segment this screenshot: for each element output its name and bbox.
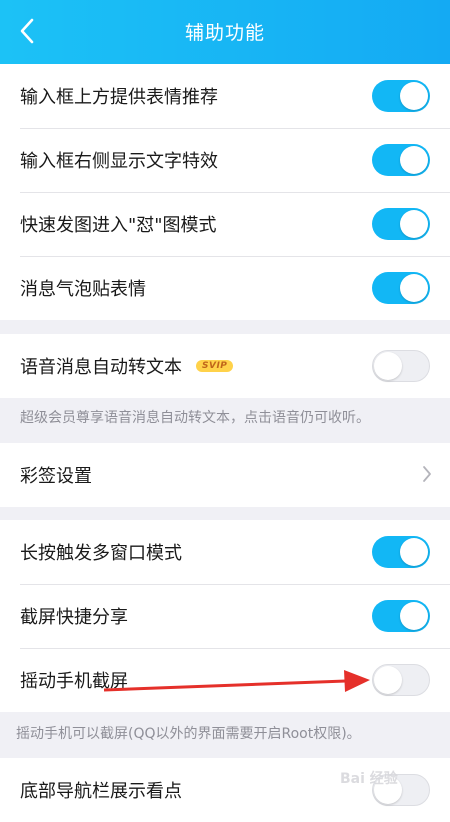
setting-label: 输入框上方提供表情推荐 (20, 87, 218, 108)
toggle-knob (400, 210, 428, 238)
setting-row-caiqian[interactable]: 彩签设置 (0, 443, 450, 507)
toggle-knob (374, 352, 402, 380)
title-bar: 辅助功能 (0, 0, 450, 64)
text-effects-toggle[interactable] (372, 144, 430, 176)
shake-note: 摇动手机可以截屏(QQ以外的界面需要开启Root权限)。 (16, 726, 361, 742)
setting-label: 语音消息自动转文本 (20, 357, 182, 378)
setting-label: 快速发图进入"怼"图模式 (20, 215, 217, 236)
toggle-knob (400, 602, 428, 630)
setting-row-shake-screenshot: 摇动手机截屏 (0, 648, 450, 712)
setting-label: 消息气泡贴表情 (20, 279, 146, 300)
setting-label: 长按触发多窗口模式 (20, 543, 182, 564)
settings-group-1: 输入框上方提供表情推荐 输入框右侧显示文字特效 快速发图进入"怼"图模式 消息气… (0, 64, 450, 320)
emoji-recommend-toggle[interactable] (372, 80, 430, 112)
setting-label: 输入框右侧显示文字特效 (20, 151, 218, 172)
toggle-knob (400, 538, 428, 566)
setting-row-voice-to-text: 语音消息自动转文本 SVIP (0, 334, 450, 398)
voice-note: 超级会员尊享语音消息自动转文本，点击语音仍可收听。 (20, 410, 370, 426)
setting-label: 底部导航栏展示看点 (20, 781, 182, 802)
setting-row-text-effects: 输入框右侧显示文字特效 (0, 128, 450, 192)
settings-group-3: 长按触发多窗口模式 截屏快捷分享 摇动手机截屏 (0, 520, 450, 712)
toggle-knob (400, 146, 428, 174)
setting-row-bubble-stickers: 消息气泡贴表情 (0, 256, 450, 320)
shake-screenshot-toggle[interactable] (372, 664, 430, 696)
bubble-stickers-toggle[interactable] (372, 272, 430, 304)
toggle-knob (400, 274, 428, 302)
settings-group-caiqian: 彩签设置 (0, 443, 450, 507)
svip-badge: SVIP (196, 360, 234, 372)
voice-to-text-toggle[interactable] (372, 350, 430, 382)
settings-group-voice: 语音消息自动转文本 SVIP (0, 334, 450, 398)
page-title: 辅助功能 (184, 22, 265, 44)
setting-row-screenshot-share: 截屏快捷分享 (0, 584, 450, 648)
setting-row-quick-image: 快速发图进入"怼"图模式 (0, 192, 450, 256)
setting-label: 彩签设置 (20, 466, 92, 487)
chevron-right-icon (423, 466, 431, 482)
setting-label: 截屏快捷分享 (20, 607, 128, 628)
setting-label: 摇动手机截屏 (20, 671, 128, 692)
multi-window-toggle[interactable] (372, 536, 430, 568)
toggle-knob (374, 666, 402, 694)
quick-image-toggle[interactable] (372, 208, 430, 240)
setting-row-multi-window: 长按触发多窗口模式 (0, 520, 450, 584)
watermark: Bai 经验 (340, 771, 398, 787)
screenshot-share-toggle[interactable] (372, 600, 430, 632)
toggle-knob (400, 82, 428, 110)
setting-row-emoji-recommend: 输入框上方提供表情推荐 (0, 64, 450, 128)
